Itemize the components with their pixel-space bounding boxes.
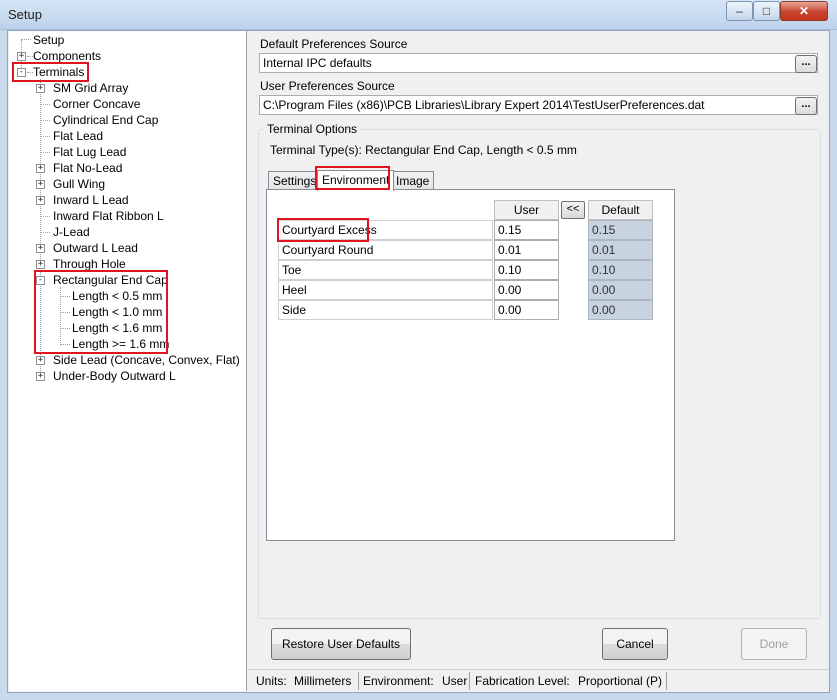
default-value-side: 0.00	[588, 300, 653, 320]
tab-settings[interactable]: Settings	[268, 171, 322, 190]
user-value-toe[interactable]: 0.10	[494, 260, 559, 280]
title-bar: Setup – □ ✕	[0, 0, 837, 30]
tree-item-label: Inward L Lead	[53, 193, 129, 207]
tree-item-outward-l-lead[interactable]: + Outward L Lead	[9, 240, 239, 256]
user-prefs-label: User Preferences Source	[260, 79, 395, 93]
done-button[interactable]: Done	[741, 628, 807, 660]
tree-item-label: Flat Lug Lead	[53, 145, 127, 159]
tree-item-side-lead[interactable]: + Side Lead (Concave, Convex, Flat)	[9, 352, 240, 368]
expand-plus-icon[interactable]: +	[36, 164, 45, 173]
tree-line	[40, 136, 50, 137]
tree-item-label: Under-Body Outward L	[53, 369, 176, 383]
tree-item-label: Cylindrical End Cap	[53, 113, 159, 127]
tree-item-flat-no-lead[interactable]: + Flat No-Lead	[9, 160, 239, 176]
maximize-button[interactable]: □	[753, 1, 780, 21]
tree-item-label: Gull Wing	[53, 177, 106, 191]
tree-item-sm-grid-array[interactable]: + SM Grid Array	[9, 80, 239, 96]
tree-item-label: Side Lead (Concave, Convex, Flat)	[53, 353, 240, 367]
tree-item-cylindrical-end-cap[interactable]: Cylindrical End Cap	[9, 112, 239, 128]
row-label-side: Side	[278, 300, 493, 320]
default-value-courtyard-round: 0.01	[588, 240, 653, 260]
user-value-courtyard-excess[interactable]: 0.15	[494, 220, 559, 240]
user-value-side[interactable]: 0.00	[494, 300, 559, 320]
status-separator	[666, 672, 667, 690]
tree-item-gull-wing[interactable]: + Gull Wing	[9, 176, 239, 192]
expand-plus-icon[interactable]: +	[36, 260, 45, 269]
tree-line	[21, 39, 31, 40]
copy-defaults-button[interactable]: <<	[561, 201, 585, 219]
highlight-terminals	[12, 62, 89, 82]
tree-item-label: Inward Flat Ribbon L	[53, 209, 164, 223]
tree-line	[40, 216, 50, 217]
window-title: Setup	[8, 7, 42, 22]
cancel-button[interactable]: Cancel	[602, 628, 668, 660]
tree-line	[40, 152, 50, 153]
terminal-type-text: Terminal Type(s): Rectangular End Cap, L…	[270, 143, 577, 157]
expand-plus-icon[interactable]: +	[36, 180, 45, 189]
tab-image[interactable]: Image	[391, 171, 435, 190]
units-label: Units:	[256, 674, 287, 688]
user-column-header: User	[494, 200, 559, 220]
terminal-options-title: Terminal Options	[264, 122, 361, 136]
highlight-courtyard-excess	[277, 218, 369, 242]
tree-item-flat-lug-lead[interactable]: Flat Lug Lead	[9, 144, 239, 160]
status-separator	[469, 672, 470, 690]
tree-item-label: Setup	[33, 33, 65, 47]
tree-item-label: Corner Concave	[53, 97, 141, 111]
units-value: Millimeters	[294, 674, 352, 688]
row-label-heel: Heel	[278, 280, 493, 300]
default-prefs-field[interactable]: Internal IPC defaults	[259, 53, 818, 73]
user-prefs-field[interactable]: C:\Program Files (x86)\PCB Libraries\Lib…	[259, 95, 818, 115]
tree-item-j-lead[interactable]: J-Lead	[9, 224, 239, 240]
tree-item-under-body-outward-l[interactable]: + Under-Body Outward L	[9, 368, 239, 384]
default-value-courtyard-excess: 0.15	[588, 220, 653, 240]
fabrication-level-value: Proportional (P)	[578, 674, 663, 688]
default-value-heel: 0.00	[588, 280, 653, 300]
row-label-toe: Toe	[278, 260, 493, 280]
default-prefs-label: Default Preferences Source	[260, 37, 408, 51]
environment-value: User	[442, 674, 468, 688]
status-bar: Units: Millimeters Environment: User Fab…	[248, 669, 829, 691]
expand-plus-icon[interactable]: +	[36, 196, 45, 205]
tree-item-label: SM Grid Array	[53, 81, 129, 95]
tree-item-label: Flat Lead	[53, 129, 104, 143]
user-value-heel[interactable]: 0.00	[494, 280, 559, 300]
tree-line	[40, 104, 50, 105]
tree-item-inward-flat-ribbon-l[interactable]: Inward Flat Ribbon L	[9, 208, 239, 224]
close-button[interactable]: ✕	[780, 1, 828, 21]
user-prefs-browse-button[interactable]: ...	[795, 97, 817, 115]
expand-plus-icon[interactable]: +	[36, 372, 45, 381]
tree-line	[40, 120, 50, 121]
restore-user-defaults-button[interactable]: Restore User Defaults	[271, 628, 411, 660]
expand-plus-icon[interactable]: +	[36, 84, 45, 93]
minimize-button[interactable]: –	[726, 1, 753, 21]
highlight-rectangular-end-cap	[34, 270, 168, 354]
tree-item-label: Outward L Lead	[53, 241, 138, 255]
environment-label: Environment:	[363, 674, 434, 688]
user-value-courtyard-round[interactable]: 0.01	[494, 240, 559, 260]
tree-item-flat-lead[interactable]: Flat Lead	[9, 128, 239, 144]
setup-tree[interactable]: Setup + Components - Terminals + SM Grid…	[9, 31, 247, 691]
tree-line	[40, 232, 50, 233]
default-value-toe: 0.10	[588, 260, 653, 280]
default-prefs-browse-button[interactable]: ...	[795, 55, 817, 73]
row-label-courtyard-round: Courtyard Round	[278, 240, 493, 260]
expand-plus-icon[interactable]: +	[17, 52, 26, 61]
tree-item-inward-l-lead[interactable]: + Inward L Lead	[9, 192, 239, 208]
tree-item-corner-concave[interactable]: Corner Concave	[9, 96, 239, 112]
tree-item-label: J-Lead	[53, 225, 90, 239]
fabrication-level-label: Fabrication Level:	[475, 674, 570, 688]
status-separator	[358, 672, 359, 690]
expand-plus-icon[interactable]: +	[36, 244, 45, 253]
tree-item-label: Flat No-Lead	[53, 161, 123, 175]
expand-plus-icon[interactable]: +	[36, 356, 45, 365]
highlight-environment-tab	[315, 166, 390, 190]
default-column-header: Default	[588, 200, 653, 220]
